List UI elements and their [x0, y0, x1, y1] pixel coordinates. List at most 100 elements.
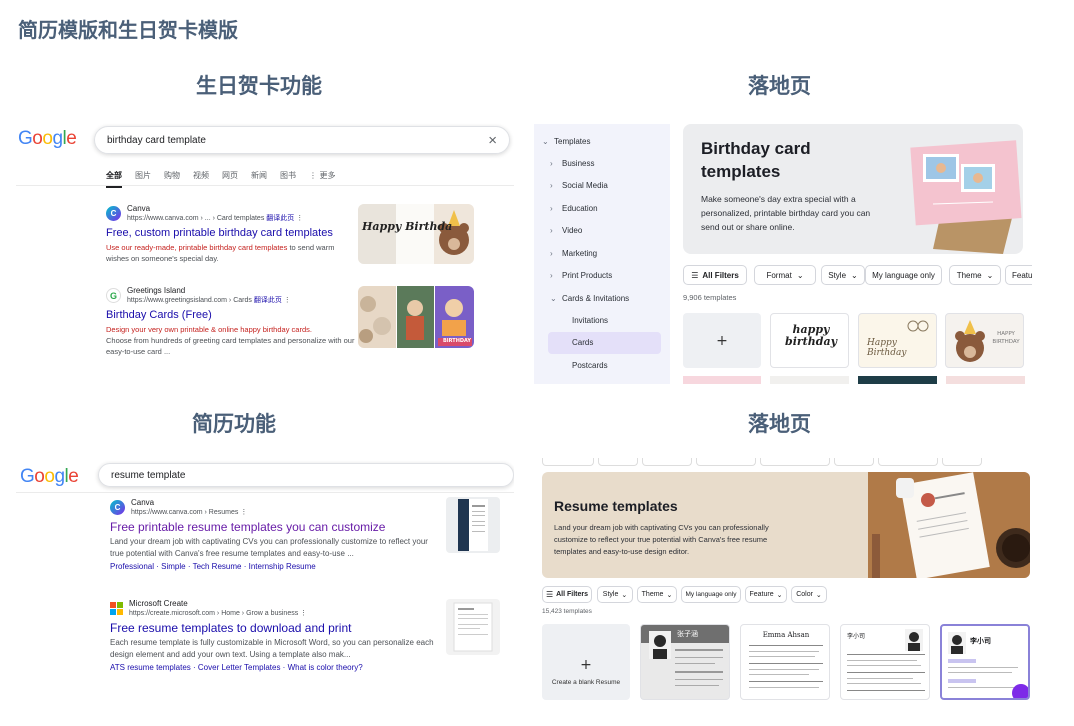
resume-template-card[interactable]: 张子涵	[640, 624, 730, 700]
resume-template-card[interactable]: 李小司	[940, 624, 1030, 700]
resume-lines	[948, 659, 1018, 688]
canva-birthday-panel: ⌄ Templates › Business › Social Media › Educ…	[534, 124, 1032, 384]
sitelink-professional[interactable]: Professional	[110, 562, 154, 571]
theme-dropdown[interactable]: Theme ⌄	[637, 586, 677, 603]
sitelink-internship-resume[interactable]: Internship Resume	[249, 562, 316, 571]
result-title[interactable]: Birthday Cards (Free)	[106, 308, 356, 322]
greetings-thumbnail[interactable]: BIRTHDAY	[358, 286, 474, 348]
my-language-toggle[interactable]: My language only	[865, 265, 942, 285]
close-icon[interactable]: ×	[488, 132, 497, 149]
google-resume-panel: Google resume template C Canva https://w…	[16, 460, 514, 690]
sitelink-simple[interactable]: Simple	[161, 562, 185, 571]
result-title[interactable]: Free resume templates to download and pr…	[110, 621, 440, 635]
sidebar-item-templates[interactable]: ⌄ Templates	[542, 137, 590, 146]
resume-thumb-art	[453, 602, 493, 652]
sidebar-item-business[interactable]: › Business	[550, 159, 594, 168]
help-bubble-icon[interactable]	[1012, 684, 1028, 698]
google-logo[interactable]: Google	[20, 466, 79, 488]
style-dropdown[interactable]: Style ⌄	[597, 586, 633, 603]
resume-lines	[675, 649, 723, 686]
sidebar-item-cards[interactable]: Cards	[572, 338, 593, 347]
hero-description: Land your dream job with captivating CVs…	[554, 523, 769, 556]
resume-card-name: 李小司	[847, 633, 866, 640]
sidebar-item-print-products[interactable]: › Print Products	[550, 271, 612, 280]
create-blank-resume[interactable]: + Create a blank Resume	[542, 624, 630, 700]
header-divider	[16, 492, 514, 493]
filter-icon: ☰	[545, 590, 554, 599]
template-card[interactable]: happy birthday	[770, 313, 849, 368]
page: 简历模版和生日贺卡模版 生日贺卡功能 落地页 简历功能 落地页 Google b…	[0, 0, 1074, 726]
greetings-thumb-text: BIRTHDAY	[443, 338, 472, 344]
template-card[interactable]: Happy Birthday	[858, 313, 937, 368]
result-url: https://www.canva.com › Resumes ⋮	[131, 509, 248, 516]
chevron-down-icon: ⌄	[986, 270, 994, 280]
sidebar-item-social-media[interactable]: › Social Media	[550, 181, 608, 190]
result-url: https://www.canva.com › ... › Card templ…	[127, 215, 304, 222]
search-query: resume template	[111, 470, 186, 481]
search-result: Microsoft Create https://create.microsof…	[110, 599, 440, 672]
template-count: 9,906 templates	[683, 293, 737, 302]
chevron-down-icon: ⌄	[621, 591, 628, 599]
search-input[interactable]: resume template	[98, 463, 514, 487]
canva-resume-panel: Resume templates Land your dream job wit…	[540, 458, 1032, 700]
birthday-thumb-text: Happy Birthda	[362, 220, 453, 233]
result-title[interactable]: Free, custom printable birthday card tem…	[106, 226, 356, 240]
greetings-island-favicon-icon: G	[106, 288, 121, 303]
create-blank-card[interactable]: +	[683, 313, 761, 368]
result-title[interactable]: Free printable resume templates you can …	[110, 520, 440, 534]
translate-link[interactable]: 翻译此页	[254, 297, 282, 304]
sidebar-item-marketing[interactable]: › Marketing	[550, 249, 597, 258]
section-title-resume: 简历功能	[192, 412, 276, 436]
sitelink-tech-resume[interactable]: Tech Resume	[193, 562, 242, 571]
feature-dropdown[interactable]: Feature ⌄	[745, 586, 787, 603]
sidebar-item-invitations[interactable]: Invitations	[572, 316, 608, 325]
hero-title: Resume templates	[554, 498, 678, 514]
canva-favicon-icon: C	[106, 206, 121, 221]
sidebar-item-cards-invitations[interactable]: ⌄ Cards & Invitations	[550, 294, 629, 303]
sidebar-item-postcards[interactable]: Postcards	[572, 361, 608, 370]
my-language-toggle[interactable]: My language only	[681, 586, 741, 603]
theme-dropdown[interactable]: Theme ⌄	[949, 265, 1001, 285]
all-filters-button[interactable]: ☰ All Filters	[683, 265, 747, 285]
search-result: C Canva https://www.canva.com › Resumes …	[110, 498, 440, 571]
filter-icon: ☰	[691, 270, 699, 280]
create-blank-label: Create a blank Resume	[551, 678, 621, 686]
resume-lines	[847, 654, 925, 691]
resume-template-card[interactable]: 李小司	[840, 624, 930, 700]
result-description: Design your very own printable & online …	[106, 325, 355, 356]
all-filters-button[interactable]: ☰ All Filters	[542, 586, 592, 603]
translate-link[interactable]: 翻译此页	[266, 215, 294, 222]
result-site-name: Canva	[127, 204, 151, 213]
template-card-text: happy birthday	[785, 323, 837, 348]
feature-dropdown[interactable]: Featu	[1005, 265, 1032, 285]
sidebar-item-education[interactable]: › Education	[550, 204, 598, 213]
top-chip-row-fragment	[542, 458, 1032, 466]
chevron-down-icon: ⌄	[851, 270, 858, 280]
style-dropdown[interactable]: Style ⌄	[821, 265, 865, 285]
color-dropdown[interactable]: Color ⌄	[791, 586, 827, 603]
resume-thumbnail[interactable]	[446, 599, 500, 655]
result-site-name: Canva	[131, 498, 155, 507]
next-row-preview	[683, 376, 1025, 384]
resume-lines	[749, 645, 823, 688]
section-title-birthday: 生日贺卡功能	[196, 74, 322, 98]
resume-template-card[interactable]: Emma Ahsan	[740, 624, 830, 700]
tabs-divider	[16, 185, 514, 186]
sidebar-active-highlight	[548, 332, 661, 354]
sidebar-item-video[interactable]: › Video	[550, 226, 582, 235]
search-input[interactable]: birthday card template ×	[94, 126, 510, 154]
sitelink-cover-letter[interactable]: Cover Letter Templates	[198, 663, 281, 672]
sitelink-ats-resume[interactable]: ATS resume templates	[110, 663, 191, 672]
google-logo[interactable]: Google	[18, 128, 77, 150]
avatar	[905, 629, 923, 651]
resume-card-name: 张子涵	[677, 630, 698, 638]
template-card-text: HAPPY BIRTHDAY	[992, 331, 1020, 345]
resume-thumbnail[interactable]	[446, 497, 500, 553]
birthday-card-thumbnail[interactable]: Happy Birthda	[358, 204, 474, 264]
avatar	[649, 631, 671, 659]
template-card[interactable]: HAPPY BIRTHDAY	[945, 313, 1024, 368]
format-dropdown[interactable]: Format ⌄	[754, 265, 816, 285]
plus-icon: +	[580, 656, 592, 673]
sitelink-color-theory[interactable]: What is color theory?	[288, 663, 363, 672]
resume-card-name: Emma Ahsan	[762, 631, 810, 639]
